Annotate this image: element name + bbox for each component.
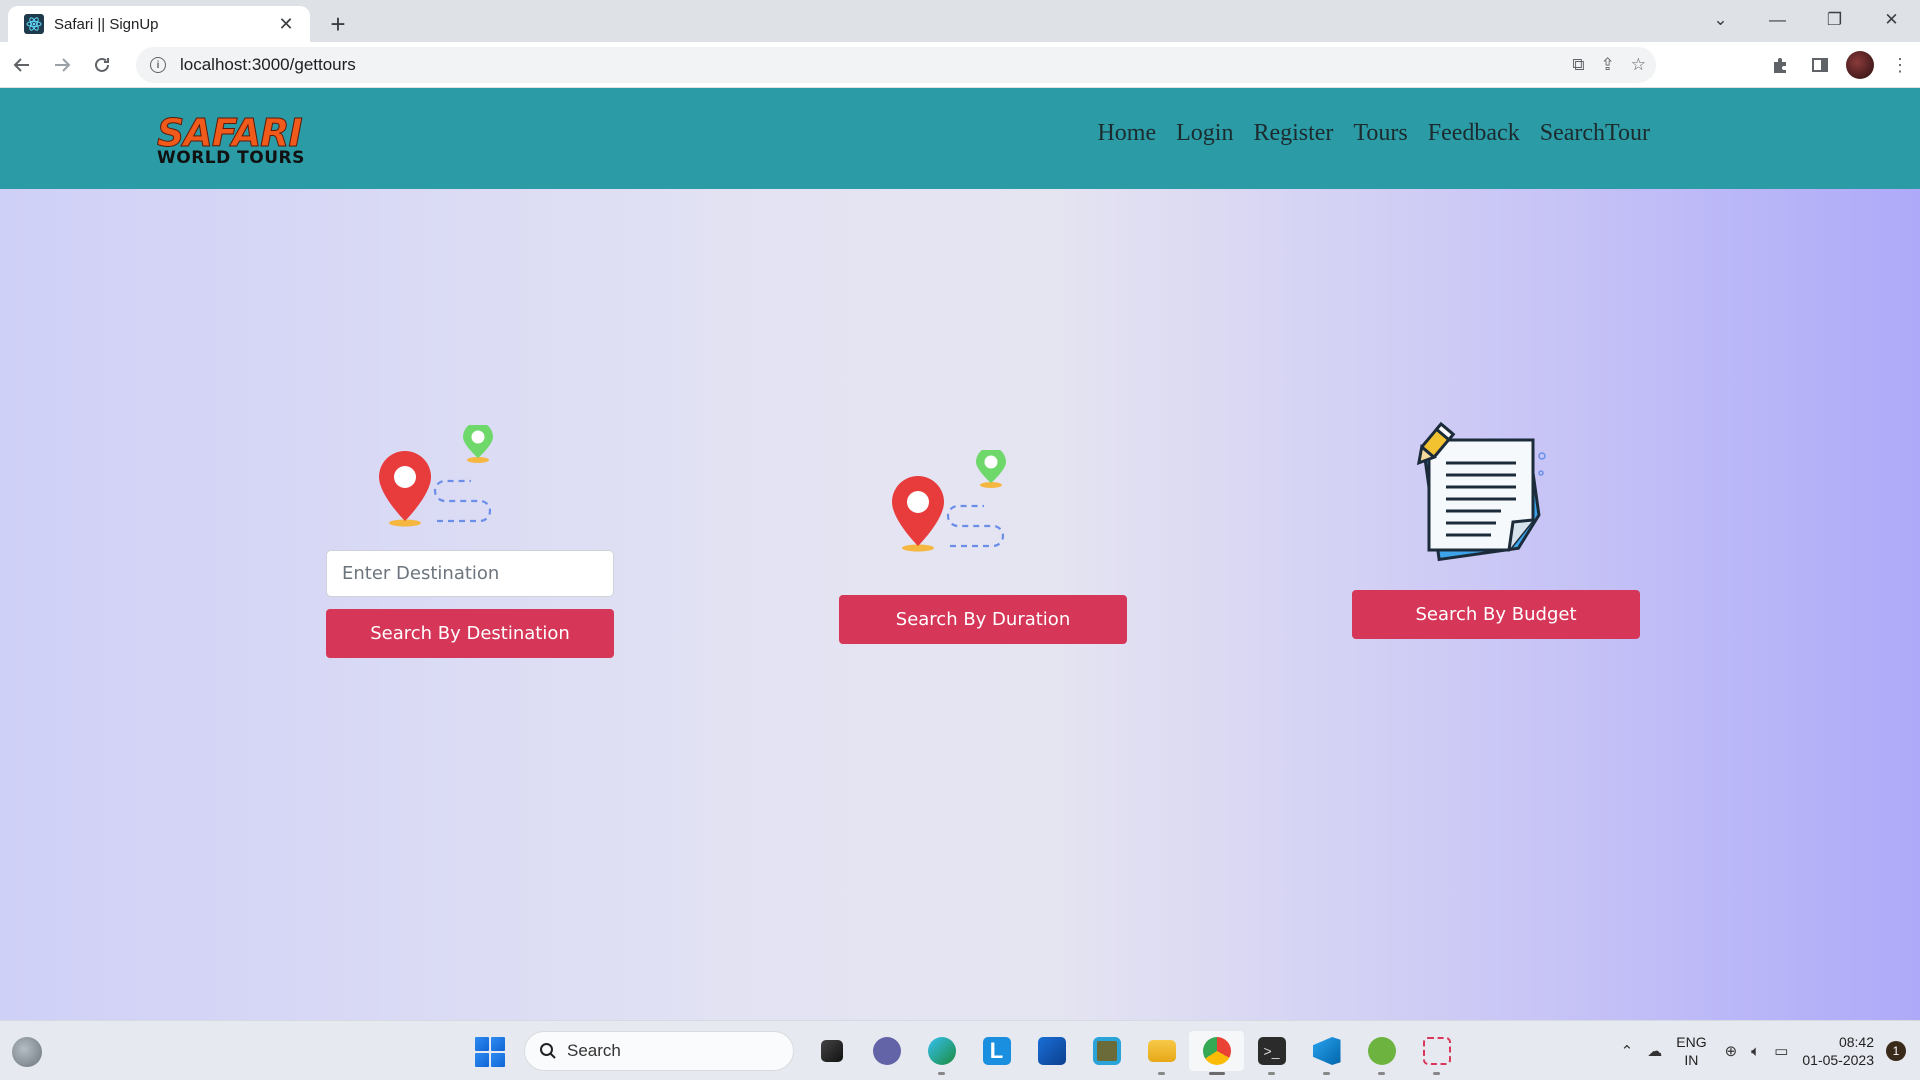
search-icon — [540, 1043, 556, 1059]
safari-logo[interactable]: SAFARI WORLD TOURS — [157, 111, 329, 168]
onedrive-cloud-icon[interactable]: ☁ — [1647, 1042, 1662, 1060]
region-code: IN — [1684, 1052, 1699, 1068]
search-by-budget-button[interactable]: Search By Budget — [1352, 590, 1640, 639]
bookmark-star-icon[interactable]: ☆ — [1631, 55, 1646, 75]
weather-widget-icon[interactable] — [12, 1037, 42, 1067]
open-in-app-icon[interactable]: ⧉ — [1572, 55, 1584, 75]
url-text: localhost:3000/gettours — [180, 55, 356, 74]
duration-search-card: Search By Duration — [839, 450, 1127, 644]
file-explorer-icon[interactable] — [804, 1031, 859, 1071]
page-content: SAFARI WORLD TOURS Home Login Register T… — [0, 88, 1920, 1020]
browser-tab-strip: Safari || SignUp ✕ + ⌄ — ❐ ✕ — [0, 0, 1920, 42]
notification-badge[interactable]: 1 — [1886, 1041, 1906, 1061]
nav-home[interactable]: Home — [1097, 120, 1156, 147]
folder-icon[interactable] — [1134, 1031, 1189, 1075]
teams-icon[interactable] — [859, 1031, 914, 1071]
system-tray: ⌃ ☁ ENG IN ⊕ 🔈︎ ▭ 08:42 01-05-2023 1 — [1621, 1021, 1920, 1080]
spring-icon[interactable] — [1354, 1031, 1409, 1075]
notepad-pencil-icon — [1416, 421, 1546, 562]
nav-tours[interactable]: Tours — [1353, 120, 1407, 147]
language-indicator[interactable]: ENG IN — [1676, 1033, 1706, 1069]
browser-toolbar: i localhost:3000/gettours ⧉ ⇪ ☆ ⋮ — [0, 42, 1920, 88]
chrome-icon[interactable] — [1189, 1031, 1244, 1075]
extensions-icon[interactable] — [1760, 45, 1800, 85]
side-panel-icon[interactable] — [1800, 45, 1840, 85]
forward-icon[interactable] — [44, 47, 80, 83]
start-button[interactable] — [475, 1037, 505, 1067]
logo-title: SAFARI — [157, 111, 304, 155]
react-favicon-icon — [24, 14, 44, 34]
tab-search-dropdown-icon[interactable]: ⌄ — [1692, 0, 1749, 40]
nav-searchtour[interactable]: SearchTour — [1540, 120, 1650, 147]
new-tab-button[interactable]: + — [322, 8, 354, 40]
logo-subtitle: WORLD TOURS — [157, 148, 305, 168]
vscode-icon[interactable] — [1299, 1031, 1354, 1075]
nav-register[interactable]: Register — [1253, 120, 1333, 147]
search-by-destination-button[interactable]: Search By Destination — [326, 609, 614, 658]
show-hidden-icons-chevron-icon[interactable]: ⌃ — [1621, 1042, 1634, 1060]
volume-icon[interactable]: 🔈︎ — [1751, 1043, 1760, 1060]
minimize-button[interactable]: — — [1749, 0, 1806, 40]
profile-avatar[interactable] — [1846, 51, 1874, 79]
route-pin-icon — [892, 450, 1006, 552]
tab-close-icon[interactable]: ✕ — [274, 12, 298, 36]
reload-icon[interactable] — [84, 47, 120, 83]
store-icon[interactable] — [1024, 1031, 1079, 1071]
nav-links: Home Login Register Tours Feedback Searc… — [1097, 120, 1650, 147]
l-app-icon[interactable]: L — [969, 1031, 1024, 1071]
site-navbar: SAFARI WORLD TOURS Home Login Register T… — [0, 88, 1920, 189]
search-by-duration-button[interactable]: Search By Duration — [839, 595, 1127, 644]
battery-icon[interactable]: ▭ — [1774, 1042, 1788, 1060]
terminal-icon[interactable]: >_ — [1244, 1031, 1299, 1075]
taskbar-search-label: Search — [567, 1041, 621, 1060]
share-icon[interactable]: ⇪ — [1601, 55, 1615, 75]
clock-date: 01-05-2023 — [1802, 1052, 1874, 1068]
taskbar-apps: L >_ — [804, 1031, 1464, 1075]
destination-input[interactable] — [326, 550, 614, 597]
snipping-tool-icon[interactable] — [1409, 1031, 1464, 1075]
restore-button[interactable]: ❐ — [1806, 0, 1863, 40]
edge-icon[interactable] — [914, 1031, 969, 1075]
taskbar-search[interactable]: Search — [524, 1031, 794, 1071]
close-window-button[interactable]: ✕ — [1863, 0, 1920, 40]
network-globe-icon[interactable]: ⊕ — [1725, 1042, 1738, 1060]
language-code: ENG — [1676, 1034, 1707, 1050]
nav-feedback[interactable]: Feedback — [1428, 120, 1520, 147]
clock-time: 08:42 — [1838, 1034, 1874, 1050]
taskbar: Search L >_ ⌃ ☁ ENG IN ⊕ 🔈︎ ▭ 08:42 01-0… — [0, 1020, 1920, 1080]
route-pin-icon — [379, 425, 493, 527]
budget-search-card: Search By Budget — [1352, 418, 1640, 639]
tab-title: Safari || SignUp — [54, 15, 159, 33]
destination-search-card: Search By Destination — [326, 425, 614, 658]
clock[interactable]: 08:42 01-05-2023 — [1802, 1033, 1874, 1069]
address-bar[interactable]: i localhost:3000/gettours ⧉ ⇪ ☆ — [136, 47, 1656, 83]
site-info-icon[interactable]: i — [150, 57, 166, 73]
browser-tab[interactable]: Safari || SignUp ✕ — [8, 6, 310, 42]
back-icon[interactable] — [4, 47, 40, 83]
chrome-menu-icon[interactable]: ⋮ — [1880, 45, 1920, 85]
nav-login[interactable]: Login — [1176, 120, 1233, 147]
circle-app-icon[interactable] — [1079, 1031, 1134, 1071]
